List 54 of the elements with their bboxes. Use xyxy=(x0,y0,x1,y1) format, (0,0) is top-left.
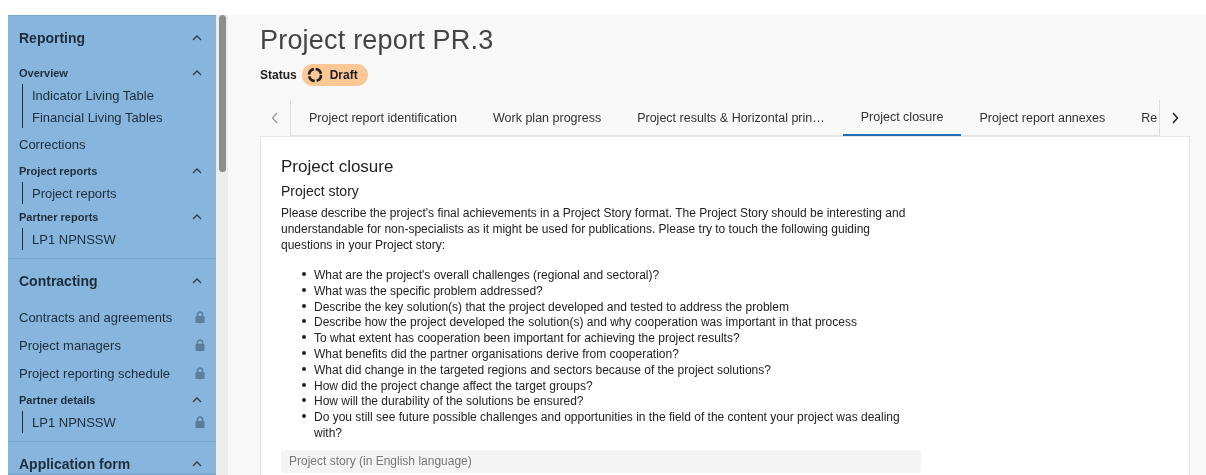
bullet-icon xyxy=(302,382,306,387)
question-text: What are the project's overall challenges (regional and sectoral)? xyxy=(314,268,660,284)
status-label: Status xyxy=(260,68,297,82)
sidebar-item[interactable]: Financial Living Tables xyxy=(32,109,163,125)
sidebar-item[interactable]: Indicator Living Table xyxy=(32,87,154,103)
bullet-icon xyxy=(302,272,306,276)
question-text: Describe how the project developed the solution(s) and why cooperation was important in that process xyxy=(314,315,857,332)
sidebar-item[interactable]: Project reports xyxy=(32,185,117,201)
bullet-icon xyxy=(302,287,306,292)
bullet-icon xyxy=(302,414,306,419)
scrollbar-thumb[interactable] xyxy=(218,15,226,172)
sidebar-item[interactable]: LP1 NPNSSW xyxy=(32,414,116,430)
section-subtitle: Project story xyxy=(281,183,360,199)
group-header[interactable]: Partner details xyxy=(19,394,96,406)
sidebar-item[interactable]: Project managers xyxy=(19,337,121,353)
question-text: Describe the key solution(s) that the project developed and tested to address the problem xyxy=(314,299,789,316)
chevron-up-icon[interactable] xyxy=(192,35,202,41)
sidebar-item[interactable]: LP1 NPNSSW xyxy=(32,231,116,247)
bullet-icon xyxy=(302,351,306,355)
bullet-icon xyxy=(302,366,306,371)
question-text: What was the specific problem addressed? xyxy=(314,283,543,300)
section-title: Project closure xyxy=(281,157,395,177)
text-area-field[interactable]: Project story (in English language) xyxy=(281,449,921,473)
question-text: How did the project change affect the target groups? xyxy=(314,378,593,395)
question-text: How will the durability of the solutions be ensured? xyxy=(314,394,584,411)
question-text: Do you still see future possible challenges and opportunities in the field of the content your project was dealing with? xyxy=(314,410,901,442)
bullet-icon xyxy=(302,303,306,308)
group-header[interactable]: Project reports xyxy=(19,165,98,177)
question-text: What did change in the targeted regions and sectors because of the project solutions? xyxy=(314,362,771,379)
section-header[interactable]: Contracting xyxy=(19,273,98,289)
group-header[interactable]: Overview xyxy=(19,67,68,79)
sidebar-item[interactable]: Project reporting schedule xyxy=(19,365,171,381)
question-text: What benefits did the partner organisations derive from cooperation? xyxy=(314,347,679,363)
chevron-up-icon[interactable] xyxy=(192,168,202,174)
status-badge: Draft xyxy=(301,64,368,86)
chevron-up-icon[interactable] xyxy=(192,397,202,403)
section-header[interactable]: Application form xyxy=(19,456,131,472)
chevron-up-icon[interactable] xyxy=(192,214,202,220)
chevron-up-icon[interactable] xyxy=(192,461,202,467)
chevron-left-icon[interactable] xyxy=(271,112,279,124)
chevron-right-icon[interactable] xyxy=(1171,112,1179,124)
sidebar-item[interactable]: Corrections xyxy=(19,136,86,152)
bullet-icon xyxy=(302,335,306,340)
bullet-icon xyxy=(302,319,306,324)
progress-circle-icon xyxy=(306,67,323,83)
page-title: Project report PR.3 xyxy=(260,25,495,56)
group-header[interactable]: Partner reports xyxy=(19,211,99,223)
bullet-icon xyxy=(302,398,306,403)
chevron-up-icon[interactable] xyxy=(192,278,202,284)
section-header[interactable]: Reporting xyxy=(19,30,86,46)
sidebar-item[interactable]: Contracts and agreements xyxy=(19,309,173,325)
chevron-up-icon[interactable] xyxy=(192,70,202,76)
question-text: To what extent has cooperation been important for achieving the project results? xyxy=(314,331,740,347)
description-text: Please describe the project's final achievements in a Project Story format. The Project Story should be interesting and understandable for non-specialists as it might be used for publications. Please try to touch the following guiding questions in your Project story: xyxy=(281,205,907,253)
